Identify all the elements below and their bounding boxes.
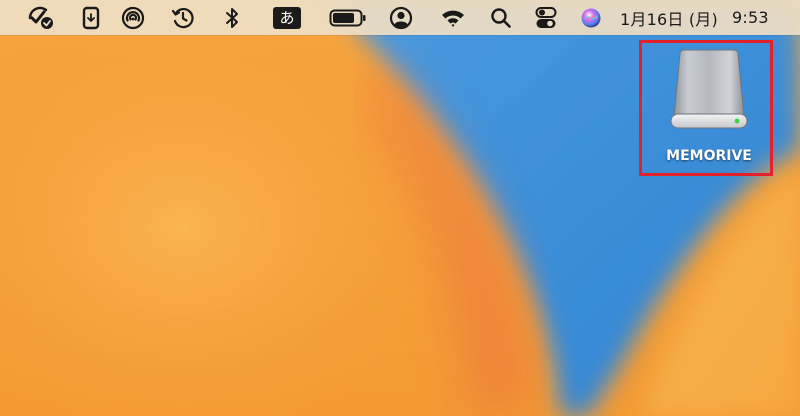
bluetooth-icon[interactable] — [222, 0, 242, 35]
checklist-check-icon[interactable] — [26, 0, 56, 35]
spotlight-search-icon[interactable] — [488, 0, 514, 35]
time-machine-icon[interactable] — [170, 0, 196, 35]
input-method-label: あ — [273, 6, 301, 29]
menubar-time[interactable]: 9:53 — [732, 0, 782, 35]
desktop: あ 1月16日 (月) 9:53 MEMORIVE — [0, 0, 800, 416]
control-center-icon[interactable] — [532, 0, 560, 35]
phone-mirroring-icon[interactable] — [78, 0, 104, 35]
input-method-icon[interactable]: あ — [272, 0, 302, 35]
airdrop-icon[interactable] — [120, 0, 146, 35]
menu-bar: あ 1月16日 (月) 9:53 — [0, 0, 800, 35]
battery-icon[interactable] — [328, 0, 368, 35]
wifi-icon[interactable] — [438, 0, 468, 35]
external-drive-icon[interactable] — [666, 48, 752, 136]
time-text: 9:53 — [732, 8, 769, 27]
user-account-icon[interactable] — [388, 0, 414, 35]
desktop-drive-item[interactable]: MEMORIVE — [654, 44, 764, 168]
siri-icon[interactable] — [578, 0, 604, 35]
menubar-date[interactable]: 1月16日 (月) — [620, 0, 728, 35]
date-text: 1月16日 (月) — [620, 9, 718, 29]
drive-label[interactable]: MEMORIVE — [654, 148, 764, 164]
